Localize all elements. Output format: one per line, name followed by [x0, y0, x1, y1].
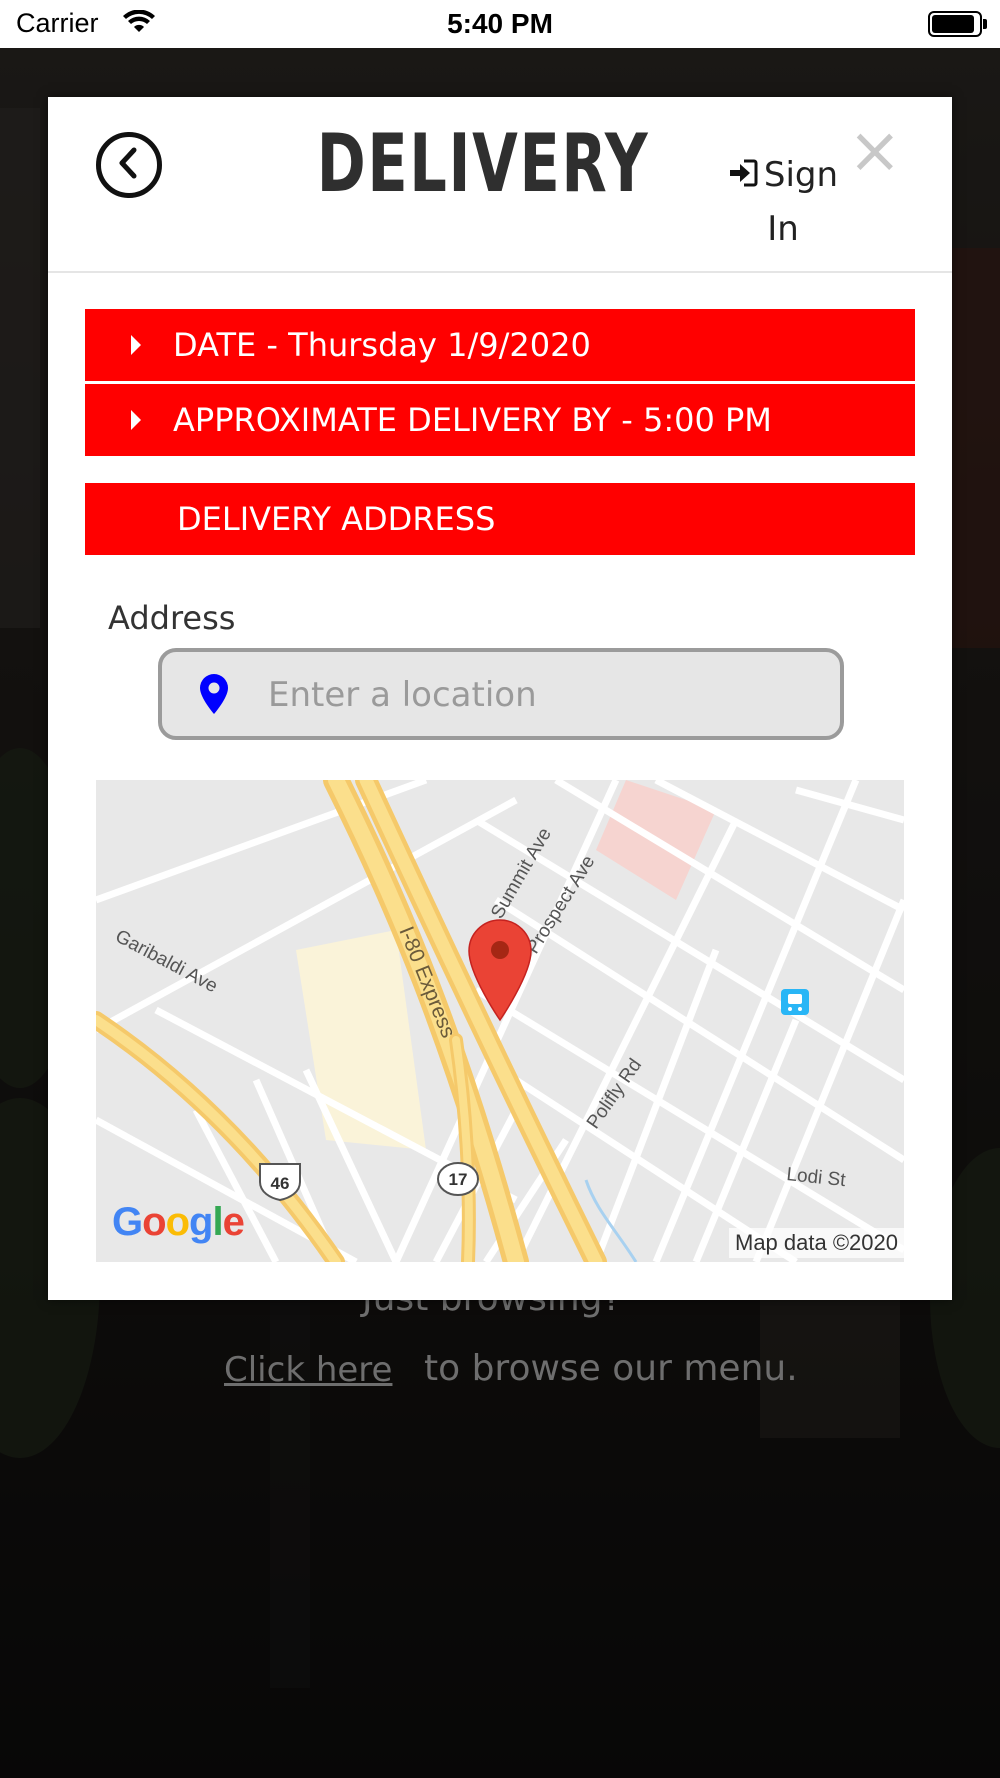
address-label: Address — [108, 599, 236, 637]
svg-text:46: 46 — [271, 1174, 290, 1193]
map-pin-icon — [198, 672, 230, 720]
delivery-modal: DELIVERY Sign In × DATE - Thursday 1/9/2… — [48, 97, 952, 1300]
map-view[interactable]: Garibaldi Ave I-80 Express Summit Ave Pr… — [96, 780, 904, 1262]
caret-right-icon — [131, 335, 141, 355]
status-time: 5:40 PM — [447, 8, 553, 39]
back-button[interactable] — [96, 132, 162, 198]
map-canvas: Garibaldi Ave I-80 Express Summit Ave Pr… — [96, 780, 904, 1262]
train-icon — [781, 989, 809, 1015]
google-logo: Google — [112, 1200, 245, 1244]
browse-menu-text: to browse our menu. — [424, 1348, 798, 1389]
approx-delivery-label: APPROXIMATE DELIVERY BY - 5:00 PM — [173, 401, 772, 439]
battery-icon — [928, 11, 987, 37]
location-field[interactable] — [158, 648, 844, 740]
modal-header: DELIVERY Sign In × — [48, 97, 952, 273]
approx-delivery-bar[interactable]: APPROXIMATE DELIVERY BY - 5:00 PM — [85, 384, 915, 456]
sign-in-label: Sign In — [763, 155, 839, 249]
caret-right-icon — [131, 410, 141, 430]
page-title: DELIVERY — [316, 117, 650, 210]
location-input[interactable] — [266, 668, 810, 722]
chevron-left-icon — [114, 146, 144, 184]
route-shield: 17 — [437, 1162, 479, 1196]
date-label: DATE - Thursday 1/9/2020 — [173, 326, 591, 364]
browse-menu-link[interactable]: Click here — [224, 1350, 392, 1390]
close-button[interactable]: × — [848, 119, 902, 183]
sign-in-link[interactable]: Sign In — [718, 149, 848, 255]
status-bar: Carrier 5:40 PM — [0, 0, 1000, 48]
delivery-address-bar: DELIVERY ADDRESS — [85, 483, 915, 555]
route-shield: 46 — [259, 1163, 301, 1202]
delivery-address-label: DELIVERY ADDRESS — [177, 500, 496, 538]
map-attribution: Map data ©2020 — [729, 1228, 904, 1258]
sign-in-icon — [728, 151, 758, 203]
date-bar[interactable]: DATE - Thursday 1/9/2020 — [85, 309, 915, 381]
svg-text:17: 17 — [449, 1170, 468, 1189]
close-icon: × — [848, 114, 902, 188]
